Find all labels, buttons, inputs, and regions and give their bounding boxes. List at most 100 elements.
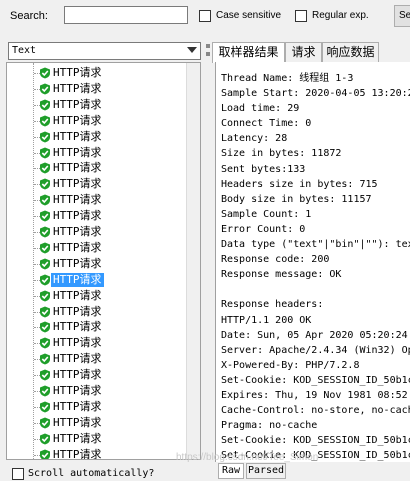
- tree-item-label: HTTP请求: [53, 193, 102, 207]
- divider-grip-icon[interactable]: [206, 52, 210, 56]
- tab-parsed[interactable]: Parsed: [246, 463, 286, 479]
- tree-item[interactable]: HTTP请求: [7, 431, 187, 447]
- tree-item-label: HTTP请求: [53, 240, 102, 254]
- tree-item-label: HTTP请求: [53, 399, 102, 413]
- tree-item[interactable]: HTTP请求: [7, 447, 187, 460]
- tree-item-label: HTTP请求: [53, 431, 102, 445]
- search-input[interactable]: [64, 6, 188, 24]
- tree-item[interactable]: HTTP请求: [7, 176, 187, 192]
- scroll-automatically-checkbox[interactable]: [12, 468, 24, 480]
- result-line: Connect Time: 0: [221, 118, 312, 130]
- chevron-down-icon: [187, 47, 197, 53]
- success-shield-icon: [39, 449, 51, 459]
- tree-item[interactable]: HTTP请求: [7, 383, 187, 399]
- success-shield-icon: [39, 385, 51, 397]
- result-line: Cache-Control: no-store, no-cach: [221, 405, 410, 417]
- split-pane-divider[interactable]: [205, 34, 211, 481]
- success-shield-icon: [39, 433, 51, 445]
- tree-item-label: HTTP请求: [53, 384, 102, 397]
- tree-item[interactable]: HTTP请求: [7, 65, 187, 81]
- tree-item-label: HTTP请求: [53, 225, 102, 238]
- tree-item[interactable]: HTTP请求: [7, 113, 187, 129]
- success-shield-icon: [39, 99, 51, 111]
- regexp-label: Regular exp.: [312, 10, 369, 21]
- tree-item[interactable]: HTTP请求: [7, 399, 187, 415]
- tree-item-label: HTTP请求: [51, 272, 104, 287]
- sample-results-tree[interactable]: HTTP请求 HTTP请求 HTTP请求 HTTP请求 HTTP请求 HTTP请求 HTTP…: [6, 62, 201, 460]
- success-shield-icon: [39, 210, 51, 222]
- tree-item[interactable]: HTTP请求: [7, 81, 187, 97]
- tree-item-label: HTTP请求: [53, 336, 102, 350]
- tree-item[interactable]: HTTP请求: [7, 367, 187, 383]
- tree-item-label: HTTP请求: [53, 320, 102, 334]
- tree-item-label: HTTP请求: [53, 209, 102, 223]
- watermark: https://blog.csdn.net/Tee_Simon: [176, 452, 319, 463]
- success-shield-icon: [39, 115, 51, 127]
- renderer-select-value: Text: [12, 45, 37, 56]
- result-line: Sample Start: 2020-04-05 13:20:2: [221, 88, 410, 100]
- result-line: Response message: OK: [221, 269, 342, 281]
- success-shield-icon: [39, 353, 51, 365]
- success-shield-icon: [39, 321, 51, 333]
- tree-item[interactable]: HTTP请求: [7, 192, 187, 208]
- tree-item-label: HTTP请求: [53, 66, 102, 79]
- tree-item[interactable]: HTTP请求: [7, 304, 187, 320]
- tab-raw[interactable]: Raw: [218, 463, 244, 479]
- success-shield-icon: [39, 83, 51, 95]
- tree-item-label: HTTP请求: [53, 352, 102, 366]
- tree-item[interactable]: HTTP请求: [7, 208, 187, 224]
- result-line: X-Powered-By: PHP/7.2.8: [221, 359, 360, 371]
- scroll-automatically-label: Scroll automatically?: [28, 468, 155, 479]
- result-line: Server: Apache/2.4.34 (Win32) Op: [221, 344, 410, 356]
- success-shield-icon: [39, 147, 51, 159]
- search-button[interactable]: Se: [394, 5, 410, 27]
- tree-item-label: HTTP请求: [53, 447, 102, 460]
- tree-item-label: HTTP请求: [53, 161, 102, 175]
- tree-item-label: HTTP请求: [53, 368, 102, 382]
- tree-item-label: HTTP请求: [53, 288, 102, 302]
- tree-item[interactable]: HTTP请求: [7, 240, 187, 256]
- result-line: Latency: 28: [221, 133, 288, 145]
- tab-sampler-result[interactable]: 取样器结果: [212, 42, 285, 63]
- case-sensitive-checkbox[interactable]: [199, 10, 211, 22]
- tree-item[interactable]: HTTP请求: [7, 145, 187, 161]
- search-bar: Search: Case sensitive Regular exp. Se: [0, 0, 410, 32]
- sampler-result-panel: Thread Name: 线程组 1-3 Sample Start: 2020-0…: [215, 62, 410, 462]
- tab-response-data[interactable]: 响应数据: [322, 42, 379, 62]
- result-line: Headers size in bytes: 715: [221, 178, 378, 190]
- success-shield-icon: [39, 401, 51, 413]
- tree-item[interactable]: HTTP请求: [7, 224, 187, 240]
- tree-item-label: HTTP请求: [53, 97, 102, 111]
- tree-item[interactable]: HTTP请求: [7, 335, 187, 351]
- renderer-select[interactable]: Text: [8, 42, 201, 60]
- success-shield-icon: [39, 131, 51, 143]
- tree-item[interactable]: HTTP请求: [7, 415, 187, 431]
- tree-scrollbar[interactable]: [186, 63, 200, 459]
- success-shield-icon: [39, 258, 51, 270]
- tree-item[interactable]: HTTP请求: [7, 351, 187, 367]
- tree-item[interactable]: HTTP请求: [7, 272, 187, 288]
- result-line: Sample Count: 1: [221, 208, 312, 220]
- divider-grip-icon[interactable]: [206, 44, 210, 48]
- success-shield-icon: [39, 306, 51, 318]
- success-shield-icon: [39, 290, 51, 302]
- tree-item[interactable]: HTTP请求: [7, 319, 187, 335]
- tree-item[interactable]: HTTP请求: [7, 129, 187, 145]
- result-line: Thread Name: 线程组 1-3: [221, 73, 354, 84]
- tree-item-label: HTTP请求: [53, 81, 102, 95]
- success-shield-icon: [39, 337, 51, 349]
- tree-item[interactable]: HTTP请求: [7, 160, 187, 176]
- tab-request[interactable]: 请求: [285, 42, 322, 62]
- result-line: Date: Sun, 05 Apr 2020 05:20:24: [221, 329, 408, 341]
- regexp-checkbox[interactable]: [295, 10, 307, 22]
- result-line: [221, 282, 410, 297]
- tree-item[interactable]: HTTP请求: [7, 288, 187, 304]
- tree-item-label: HTTP请求: [53, 304, 102, 318]
- success-shield-icon: [39, 194, 51, 206]
- tree-item-label: HTTP请求: [53, 145, 102, 159]
- tree-item[interactable]: HTTP请求: [7, 256, 187, 272]
- tree-item[interactable]: HTTP请求: [7, 97, 187, 113]
- success-shield-icon: [39, 417, 51, 429]
- result-line: Expires: Thu, 19 Nov 1981 08:52:: [221, 389, 410, 401]
- result-line: Sent bytes:133: [221, 163, 306, 175]
